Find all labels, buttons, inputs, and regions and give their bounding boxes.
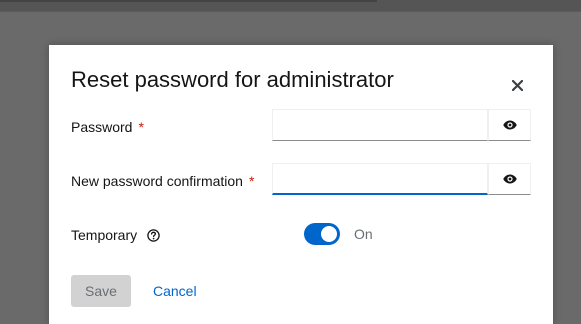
password-show-toggle[interactable]: [488, 109, 531, 141]
temporary-label-text: Temporary: [71, 227, 138, 243]
temporary-label: Temporary: [71, 227, 160, 243]
eye-icon: [502, 120, 517, 130]
password-label-text: Password: [71, 119, 133, 135]
save-button[interactable]: Save: [71, 275, 131, 307]
background-header-divider: [0, 11, 581, 12]
close-button[interactable]: [507, 75, 527, 95]
modal-title: Reset password for administrator: [71, 67, 394, 92]
confirmation-show-toggle[interactable]: [488, 163, 531, 195]
temporary-toggle[interactable]: [304, 223, 340, 245]
password-input[interactable]: [272, 109, 488, 141]
toggle-knob: [321, 226, 337, 242]
password-label: Password *: [71, 119, 144, 135]
eye-icon: [502, 174, 517, 184]
background-header-bar: [0, 0, 377, 2]
cancel-button[interactable]: Cancel: [153, 283, 197, 299]
confirmation-label: New password confirmation *: [71, 173, 254, 189]
temporary-state-label: On: [354, 226, 373, 242]
password-input-group: [272, 109, 531, 141]
required-indicator: *: [138, 119, 144, 135]
help-circle-icon[interactable]: [147, 229, 160, 242]
reset-password-modal: Reset password for administrator Passwor…: [49, 45, 553, 324]
confirmation-input[interactable]: [272, 163, 488, 195]
confirmation-label-text: New password confirmation: [71, 173, 243, 189]
background-header-strip: [0, 0, 581, 12]
confirmation-input-group: [272, 163, 531, 195]
close-icon: [511, 79, 523, 91]
required-indicator: *: [248, 173, 255, 189]
